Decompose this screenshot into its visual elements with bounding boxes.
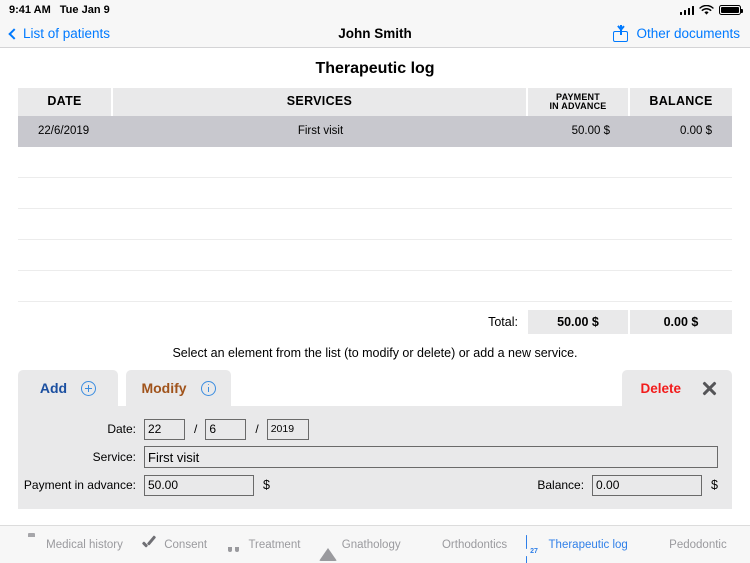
service-field-row: Service: xyxy=(18,443,732,471)
other-documents-link[interactable]: Other documents xyxy=(636,26,740,41)
back-to-list-of-patients-button[interactable]: List of patients xyxy=(8,26,111,41)
date-year-input[interactable] xyxy=(266,418,309,440)
status-bar-right xyxy=(679,4,743,16)
app-screen: 9:41 AM Tue Jan 9 List of patients John … xyxy=(0,0,750,563)
editor-tabs-row: Add Modify Delete xyxy=(18,370,732,406)
status-date: Tue Jan 9 xyxy=(59,4,110,16)
modify-tab-label: Modify xyxy=(141,380,187,396)
tab-treatment-label: Treatment xyxy=(248,538,301,551)
table-row-empty[interactable] xyxy=(18,271,732,302)
payment-balance-row: Payment in advance: $ Balance: $ xyxy=(18,471,732,499)
bottom-tab-bar: Medical history Consent Treatment Gnatho… xyxy=(0,525,750,563)
smiley-icon xyxy=(646,536,663,553)
service-input[interactable] xyxy=(144,446,718,468)
plus-circle-icon xyxy=(81,380,97,396)
payment-in-advance-input[interactable] xyxy=(144,474,254,496)
chevron-left-icon xyxy=(8,27,20,40)
calendar-icon: 27 xyxy=(525,535,543,563)
delete-button[interactable]: Delete xyxy=(640,381,681,396)
total-label: Total: xyxy=(488,315,518,329)
add-tab-label: Add xyxy=(39,380,68,396)
column-header-services: SERVICES xyxy=(113,88,528,116)
close-x-icon[interactable] xyxy=(701,380,718,397)
column-header-payment-in-advance: PAYMENT IN ADVANCE xyxy=(528,88,630,116)
nav-bar-right: Other documents xyxy=(613,25,740,42)
editor-actions: Delete xyxy=(622,370,732,406)
tab-orthodontics[interactable]: Orthodontics xyxy=(419,536,507,553)
tooth-icon xyxy=(225,536,242,553)
table-header-row: DATE SERVICES PAYMENT IN ADVANCE BALANCE xyxy=(18,88,732,116)
date-month-input[interactable] xyxy=(205,418,247,440)
tab-medical-history[interactable]: Medical history xyxy=(23,536,123,553)
total-balance-value: 0.00 $ xyxy=(630,310,732,334)
balance-input[interactable] xyxy=(592,474,703,496)
medical-kit-icon xyxy=(23,536,40,553)
status-bar: 9:41 AM Tue Jan 9 xyxy=(0,0,750,20)
date-separator-2: / xyxy=(255,422,259,436)
tab-gnathology-label: Gnathology xyxy=(341,538,401,551)
wifi-icon xyxy=(699,4,714,15)
tab-orthodontics-label: Orthodontics xyxy=(441,538,508,551)
cell-balance: 0.00 $ xyxy=(680,125,712,137)
cellular-signal-icon xyxy=(679,5,694,15)
column-header-date: DATE xyxy=(18,88,113,116)
date-label: Date: xyxy=(107,422,136,436)
modify-service-tab[interactable]: Modify xyxy=(126,370,231,406)
braces-icon xyxy=(419,536,436,553)
balance-currency-symbol: $ xyxy=(711,478,718,492)
calendar-day-number: 27 xyxy=(530,548,538,555)
table-row-empty[interactable] xyxy=(18,209,732,240)
column-header-payment-line2: IN ADVANCE xyxy=(549,101,607,111)
service-label: Service: xyxy=(92,450,136,464)
totals-row: Total: 50.00 $ 0.00 $ xyxy=(18,310,732,334)
tab-consent[interactable]: Consent xyxy=(141,536,207,553)
tab-pedodontics[interactable]: Pedodontic xyxy=(646,536,727,553)
add-service-tab[interactable]: Add xyxy=(18,370,118,406)
battery-icon xyxy=(719,5,743,15)
payment-in-advance-label: Payment in advance: xyxy=(23,478,136,492)
table-row-empty[interactable] xyxy=(18,240,732,271)
service-editor-panel: Add Modify Delete Date: / / Se xyxy=(18,370,732,509)
info-circle-icon xyxy=(200,380,216,396)
instruction-text: Select an element from the list (to modi… xyxy=(172,346,578,360)
tab-therapeutic-log-label: Therapeutic log xyxy=(548,538,628,551)
cell-payment: 50.00 $ xyxy=(571,125,610,137)
column-header-balance: BALANCE xyxy=(649,94,713,109)
tab-consent-label: Consent xyxy=(164,538,208,551)
table-row-empty[interactable] xyxy=(18,147,732,178)
tab-gnathology[interactable]: Gnathology xyxy=(318,536,401,561)
balance-label: Balance: xyxy=(537,478,585,492)
nav-bar: List of patients John Smith Other docume… xyxy=(0,20,750,48)
cell-date: 22/6/2019 xyxy=(38,125,90,137)
status-time: 9:41 AM xyxy=(9,4,51,16)
page-title: Therapeutic log xyxy=(315,60,435,77)
status-bar-left: 9:41 AM Tue Jan 9 xyxy=(9,4,110,16)
tab-medical-history-label: Medical history xyxy=(46,538,123,551)
total-payment-value: 50.00 $ xyxy=(528,310,630,334)
tab-treatment[interactable]: Treatment xyxy=(225,536,300,553)
therapeutic-log-table: DATE SERVICES PAYMENT IN ADVANCE BALANCE… xyxy=(18,88,732,302)
cell-service: First visit xyxy=(297,125,344,137)
share-icon[interactable] xyxy=(613,25,629,42)
editor-form: Date: / / Service: Payment in advance: $… xyxy=(18,406,732,509)
triangle-icon xyxy=(318,536,337,561)
tab-therapeutic-log[interactable]: 27 Therapeutic log xyxy=(525,535,628,563)
date-day-input[interactable] xyxy=(144,418,185,440)
date-field-row: Date: / / xyxy=(18,415,732,443)
table-row-empty[interactable] xyxy=(18,178,732,209)
tab-pedodontics-label: Pedodontic xyxy=(669,538,727,551)
checkmark-icon xyxy=(141,536,158,553)
back-button-label: List of patients xyxy=(23,26,111,41)
table-row[interactable]: 22/6/2019 First visit 50.00 $ 0.00 $ xyxy=(18,116,732,147)
payment-currency-symbol: $ xyxy=(263,478,270,492)
date-separator-1: / xyxy=(194,422,198,436)
